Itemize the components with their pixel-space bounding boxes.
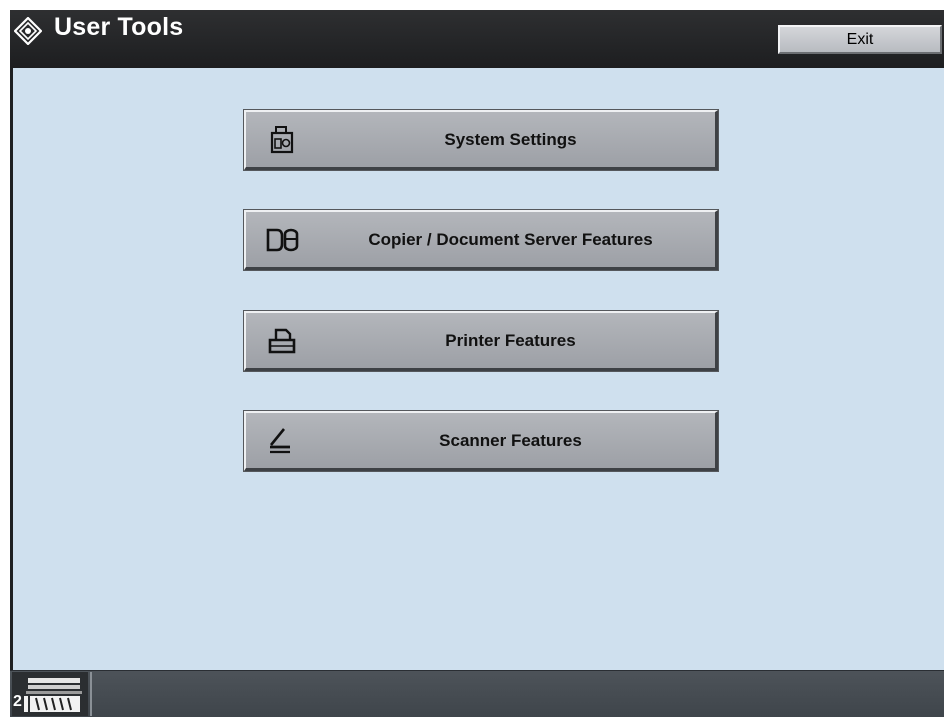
system-settings-button[interactable]: System Settings	[243, 109, 719, 171]
printer-icon	[268, 328, 296, 354]
status-bar	[10, 670, 944, 717]
scanner-features-button[interactable]: Scanner Features	[243, 410, 719, 472]
status-divider	[90, 672, 92, 716]
user-tools-diamond-icon	[14, 17, 42, 45]
menu-item-label: Scanner Features	[439, 430, 582, 450]
scanner-icon	[269, 428, 290, 454]
menu-item-label: Copier / Document Server Features	[368, 229, 653, 249]
copier-document-server-button[interactable]: Copier / Document Server Features	[243, 209, 719, 271]
system-settings-icon	[270, 126, 294, 154]
printer-features-button[interactable]: Printer Features	[243, 310, 719, 372]
copier-document-server-icon	[266, 228, 299, 252]
paper-tray-icon	[24, 678, 82, 712]
page-title: User Tools	[54, 13, 184, 41]
exit-button[interactable]: Exit	[778, 25, 942, 54]
tray-number: 2	[13, 693, 22, 710]
menu-item-label: Printer Features	[445, 330, 576, 350]
menu-item-label: System Settings	[444, 129, 577, 149]
